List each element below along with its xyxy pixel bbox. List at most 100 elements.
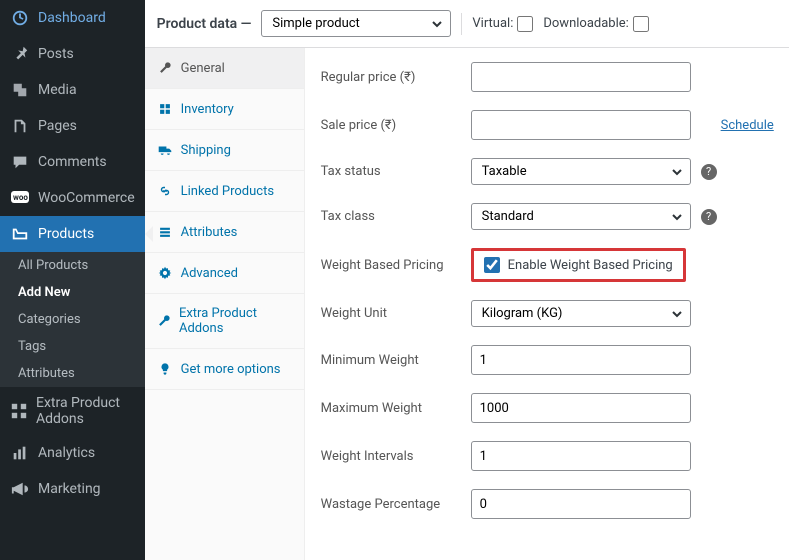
weight-unit-select[interactable]: Kilogram (KG) <box>471 300 691 327</box>
main-panel: Product data — Simple product Virtual: D… <box>145 0 789 560</box>
sidebar-label: Marketing <box>38 481 101 497</box>
sidebar-item-media[interactable]: Media <box>0 72 145 108</box>
analytics-icon <box>10 443 30 463</box>
wbp-checkbox[interactable] <box>484 257 500 273</box>
max-weight-label: Maximum Weight <box>321 401 471 416</box>
sidebar-item-dashboard[interactable]: Dashboard <box>0 0 145 36</box>
field-tax-status: Tax status Taxable ? <box>321 158 774 185</box>
field-weight-based-pricing: Weight Based Pricing Enable Weight Based… <box>321 248 774 282</box>
field-tax-class: Tax class Standard ? <box>321 203 774 230</box>
pages-icon <box>10 116 30 136</box>
product-type-select[interactable]: Simple product <box>261 10 451 37</box>
wbp-label: Weight Based Pricing <box>321 258 471 273</box>
product-type-wrap: Simple product <box>261 10 451 37</box>
wbp-highlight: Enable Weight Based Pricing <box>471 248 686 282</box>
tab-inventory[interactable]: Inventory <box>145 89 304 130</box>
tab-label: Attributes <box>181 225 238 240</box>
tab-more-options[interactable]: Get more options <box>145 349 304 390</box>
panel-body: General Inventory Shipping <box>145 48 789 560</box>
submenu-categories[interactable]: Categories <box>0 306 145 333</box>
grid-icon <box>10 401 28 421</box>
link-icon <box>157 183 173 199</box>
sidebar-label: Media <box>38 82 77 98</box>
submenu-all-products[interactable]: All Products <box>0 252 145 279</box>
sidebar-label: Dashboard <box>38 10 106 26</box>
field-regular-price: Regular price (₹) <box>321 62 774 92</box>
tab-attributes[interactable]: Attributes <box>145 212 304 253</box>
sidebar-item-products[interactable]: Products <box>0 216 145 252</box>
tab-label: Get more options <box>181 362 281 377</box>
sale-price-input[interactable] <box>471 110 691 140</box>
regular-price-input[interactable] <box>471 62 691 92</box>
sidebar-item-comments[interactable]: Comments <box>0 144 145 180</box>
sidebar-label: Analytics <box>38 445 95 461</box>
panel-title: Product data — <box>157 16 252 32</box>
field-weight-unit: Weight Unit Kilogram (KG) <box>321 300 774 327</box>
svg-text:woo: woo <box>13 193 28 202</box>
sidebar-item-pages[interactable]: Pages <box>0 108 145 144</box>
field-sale-price: Sale price (₹) Schedule <box>321 110 774 140</box>
regular-price-label: Regular price (₹) <box>321 70 471 85</box>
panel-header: Product data — Simple product Virtual: D… <box>145 0 789 48</box>
admin-sidebar: Dashboard Posts Media Pages Comments <box>0 0 145 560</box>
virtual-label: Virtual: <box>472 16 513 31</box>
tax-class-label: Tax class <box>321 209 471 224</box>
products-submenu: All Products Add New Categories Tags Att… <box>0 252 145 387</box>
fields-area: Regular price (₹) Sale price (₹) Schedul… <box>305 48 789 560</box>
sidebar-label: WooCommerce <box>38 190 135 206</box>
help-icon[interactable]: ? <box>701 209 717 225</box>
tab-label: Extra Product Addons <box>179 306 292 336</box>
megaphone-icon <box>10 479 30 499</box>
downloadable-label: Downloadable: <box>543 16 628 31</box>
tab-extra-addons[interactable]: Extra Product Addons <box>145 294 304 349</box>
sale-price-label: Sale price (₹) <box>321 118 471 133</box>
tax-class-select[interactable]: Standard <box>471 203 691 230</box>
tab-label: Inventory <box>181 102 234 117</box>
min-weight-input[interactable] <box>471 345 691 375</box>
submenu-attributes[interactable]: Attributes <box>0 360 145 387</box>
schedule-link[interactable]: Schedule <box>721 118 774 133</box>
field-max-weight: Maximum Weight <box>321 393 774 423</box>
wrench-icon <box>157 313 171 329</box>
products-icon <box>10 224 30 244</box>
divider <box>461 13 462 35</box>
attributes-icon <box>157 224 173 240</box>
tab-linked[interactable]: Linked Products <box>145 171 304 212</box>
intervals-label: Weight Intervals <box>321 449 471 464</box>
submenu-add-new[interactable]: Add New <box>0 279 145 306</box>
inventory-icon <box>157 101 173 117</box>
pin-icon <box>10 44 30 64</box>
max-weight-input[interactable] <box>471 393 691 423</box>
tab-advanced[interactable]: Advanced <box>145 253 304 294</box>
sidebar-item-analytics[interactable]: Analytics <box>0 435 145 471</box>
field-weight-intervals: Weight Intervals <box>321 441 774 471</box>
sidebar-item-woocommerce[interactable]: woo WooCommerce <box>0 180 145 216</box>
intervals-input[interactable] <box>471 441 691 471</box>
downloadable-checkbox[interactable] <box>633 16 649 32</box>
virtual-checkbox[interactable] <box>517 16 533 32</box>
tab-label: General <box>181 61 225 76</box>
submenu-tags[interactable]: Tags <box>0 333 145 360</box>
wastage-label: Wastage Percentage <box>321 497 471 512</box>
field-wastage: Wastage Percentage <box>321 489 774 519</box>
weight-unit-label: Weight Unit <box>321 306 471 321</box>
lightbulb-icon <box>157 361 173 377</box>
app-root: Dashboard Posts Media Pages Comments <box>0 0 789 560</box>
tab-label: Advanced <box>181 266 238 281</box>
tax-status-select[interactable]: Taxable <box>471 158 691 185</box>
sidebar-item-extra-addons[interactable]: Extra Product Addons <box>0 387 145 435</box>
field-min-weight: Minimum Weight <box>321 345 774 375</box>
sidebar-label: Comments <box>38 154 107 170</box>
downloadable-toggle[interactable]: Downloadable: <box>543 16 648 32</box>
comment-icon <box>10 152 30 172</box>
dashboard-icon <box>10 8 30 28</box>
sidebar-item-posts[interactable]: Posts <box>0 36 145 72</box>
virtual-toggle[interactable]: Virtual: <box>472 16 533 32</box>
wastage-input[interactable] <box>471 489 691 519</box>
tab-general[interactable]: General <box>145 48 304 89</box>
tab-label: Linked Products <box>181 184 274 199</box>
tab-shipping[interactable]: Shipping <box>145 130 304 171</box>
help-icon[interactable]: ? <box>701 164 717 180</box>
wbp-check-label: Enable Weight Based Pricing <box>508 258 673 273</box>
sidebar-item-marketing[interactable]: Marketing <box>0 471 145 507</box>
